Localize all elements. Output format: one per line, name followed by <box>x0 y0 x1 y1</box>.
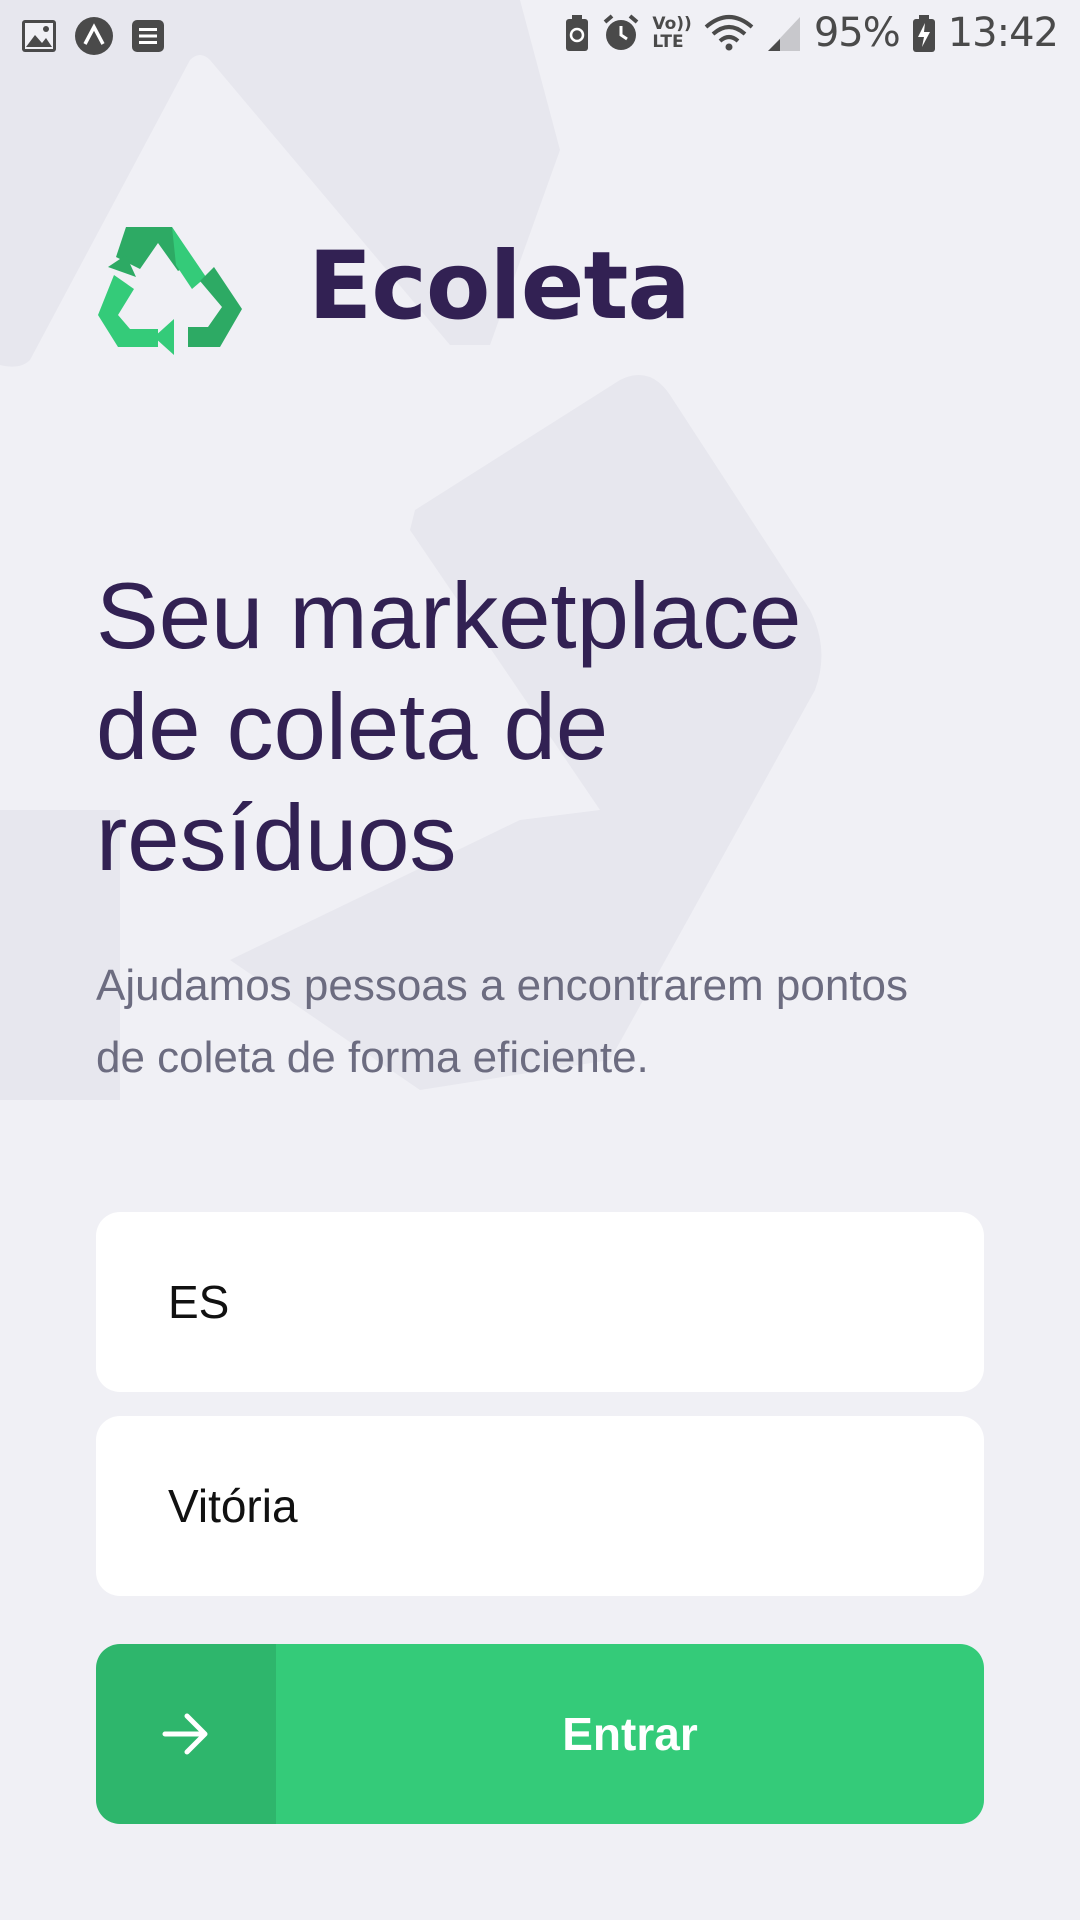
hero-description: Ajudamos pessoas a encontrarem pontos de… <box>96 961 909 1082</box>
wifi-icon <box>704 15 754 51</box>
city-field[interactable] <box>96 1416 984 1596</box>
uf-input[interactable] <box>168 1275 928 1329</box>
status-bar-notifications <box>20 16 168 56</box>
app-logo: Ecoleta <box>96 215 691 355</box>
enter-button-label: Entrar <box>562 1708 698 1760</box>
brand-name: Ecoleta <box>308 231 691 341</box>
status-time: 13:42 <box>947 10 1059 56</box>
hero-title: Seu marketplace de coleta de resíduos <box>96 563 802 890</box>
uf-field[interactable] <box>96 1212 984 1392</box>
signal-icon <box>767 17 800 51</box>
city-input[interactable] <box>168 1479 928 1533</box>
notes-icon <box>132 20 164 52</box>
status-bar-system: Vo)) LTE 95% 13:42 <box>564 10 1059 56</box>
arrow-right-icon <box>162 1713 208 1755</box>
battery-charging-icon <box>912 15 935 52</box>
recycle-icon <box>98 227 242 355</box>
alarm-icon <box>604 14 639 50</box>
volte-label-bottom: LTE <box>652 32 684 52</box>
volte-label-top: Vo)) <box>652 14 692 34</box>
enter-button-icon-box <box>96 1644 276 1824</box>
enter-button[interactable]: Entrar <box>96 1644 984 1824</box>
gallery-icon <box>22 20 56 52</box>
battery-percent: 95% <box>813 10 901 56</box>
battery-saver-icon <box>566 15 589 51</box>
volte-icon: Vo)) LTE <box>652 15 691 51</box>
status-bar: Vo)) LTE 95% 13:42 <box>0 0 1080 76</box>
app-notification-icon <box>75 17 113 55</box>
